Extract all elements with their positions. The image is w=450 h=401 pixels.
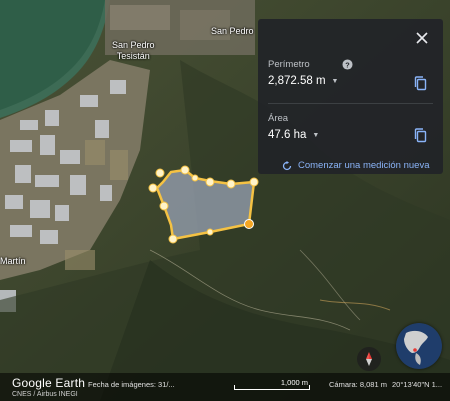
panel-divider <box>268 103 433 104</box>
globe-overview[interactable] <box>396 323 442 369</box>
cursor-coordinates: 20°13'40"N 1... <box>392 380 443 389</box>
place-label-san-pedro: San Pedro <box>211 26 254 36</box>
area-label: Área <box>268 113 289 124</box>
imagery-date[interactable]: Fecha de imágenes: 31/... <box>88 380 175 389</box>
perimeter-label: Perímetro <box>268 59 310 70</box>
scale-bar: 1,000 m <box>234 378 310 390</box>
new-measurement-button[interactable]: Comenzar una medición nueva <box>282 160 430 171</box>
place-label-martin: Martín <box>0 256 26 266</box>
perimeter-value: 2,872.58 m <box>268 75 326 87</box>
perimeter-unit-dropdown[interactable]: 2,872.58 m ▼ <box>268 75 338 87</box>
measurement-panel: Perímetro ? 2,872.58 m ▼ Área 47.6 ha ▼ … <box>258 19 443 174</box>
chevron-down-icon: ▼ <box>331 77 339 85</box>
google-earth-logo: Google Earth <box>12 376 86 390</box>
copy-area-icon[interactable] <box>414 128 427 143</box>
area-value: 47.6 ha <box>268 129 307 141</box>
new-measurement-label: Comenzar una medición nueva <box>298 160 430 171</box>
compass-button[interactable] <box>357 347 381 371</box>
close-icon[interactable] <box>415 31 429 45</box>
compass-icon <box>366 352 372 366</box>
bottom-status-bar: Google Earth CNES / Airbus INEGI Fecha d… <box>0 373 450 401</box>
help-icon[interactable]: ? <box>342 59 353 70</box>
chevron-down-icon: ▼ <box>312 131 320 139</box>
imagery-credits: CNES / Airbus INEGI <box>12 391 78 398</box>
area-unit-dropdown[interactable]: 47.6 ha ▼ <box>268 129 319 141</box>
place-label-san-pedro-tesistan: San Pedro Tesistán <box>112 40 155 61</box>
svg-text:?: ? <box>345 60 350 69</box>
copy-perimeter-icon[interactable] <box>414 76 427 91</box>
refresh-icon <box>282 160 292 170</box>
globe-icon <box>396 323 442 369</box>
camera-altitude: Cámara: 8,081 m <box>329 380 387 389</box>
